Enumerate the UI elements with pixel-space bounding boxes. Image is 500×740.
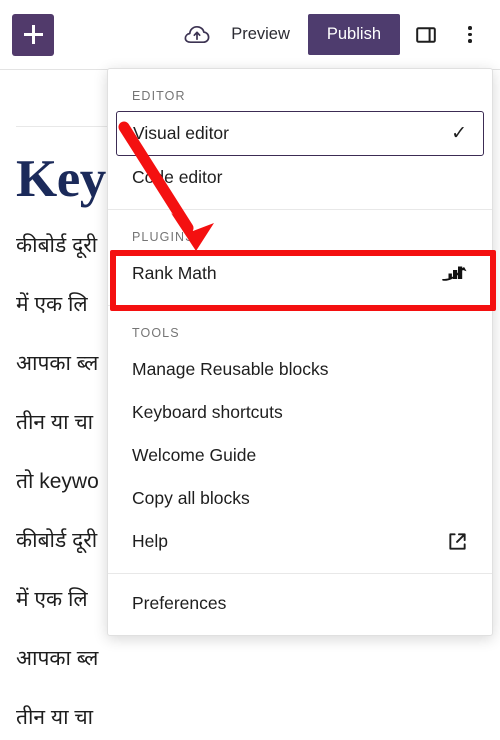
menu-item-rank-math[interactable]: Rank Math	[108, 252, 492, 295]
editor-toolbar: Preview Publish	[0, 0, 500, 70]
check-mark-icon: ✓	[451, 123, 467, 144]
cloud-upload-icon	[184, 25, 210, 43]
toolbar-right-group: Preview Publish	[175, 13, 500, 57]
menu-item-label: Help	[132, 531, 168, 551]
menu-item-label: Keyboard shortcuts	[132, 402, 283, 422]
menu-item-keyboard-shortcuts[interactable]: Keyboard shortcuts	[108, 391, 492, 434]
more-options-button[interactable]	[448, 13, 492, 57]
menu-item-label: Manage Reusable blocks	[132, 359, 329, 379]
menu-item-welcome-guide[interactable]: Welcome Guide	[108, 434, 492, 477]
save-draft-button[interactable]	[175, 13, 219, 57]
menu-item-label: Rank Math	[132, 263, 217, 283]
menu-item-help[interactable]: Help	[108, 520, 492, 563]
post-paragraph[interactable]: तीन या चा	[16, 695, 484, 740]
settings-sidebar-toggle[interactable]	[404, 13, 448, 57]
menu-item-label: Copy all blocks	[132, 488, 250, 508]
plus-icon	[23, 25, 43, 44]
rank-math-icon	[442, 266, 467, 281]
kebab-menu-icon	[468, 26, 472, 43]
sidebar-panel-icon	[416, 26, 436, 43]
menu-item-code-editor[interactable]: Code editor	[108, 156, 492, 199]
menu-section-editor: EDITOR Visual editor ✓ Code editor	[108, 69, 492, 209]
menu-section-preferences: Preferences	[108, 573, 492, 635]
menu-section-tools: TOOLS Manage Reusable blocks Keyboard sh…	[108, 305, 492, 573]
publish-button[interactable]: Publish	[307, 14, 400, 55]
menu-item-manage-reusable-blocks[interactable]: Manage Reusable blocks	[108, 348, 492, 391]
more-options-menu: EDITOR Visual editor ✓ Code editor PLUGI…	[107, 68, 493, 636]
menu-item-copy-all-blocks[interactable]: Copy all blocks	[108, 477, 492, 520]
menu-item-visual-editor[interactable]: Visual editor ✓	[116, 111, 484, 156]
menu-item-label: Welcome Guide	[132, 445, 257, 465]
menu-section-label: EDITOR	[132, 89, 186, 103]
menu-section-plugins: PLUGINS Rank Math	[108, 209, 492, 305]
menu-item-label: Preferences	[132, 593, 227, 613]
add-block-button[interactable]	[12, 13, 54, 56]
external-link-icon	[449, 533, 466, 550]
post-paragraph[interactable]: आपका ब्ल	[16, 636, 484, 681]
menu-section-label: PLUGINS	[132, 230, 195, 244]
menu-item-label: Code editor	[132, 167, 223, 187]
menu-section-label: TOOLS	[132, 326, 180, 340]
menu-item-label: Visual editor	[133, 123, 229, 143]
menu-item-preferences[interactable]: Preferences	[108, 582, 492, 625]
preview-button[interactable]: Preview	[219, 17, 302, 52]
